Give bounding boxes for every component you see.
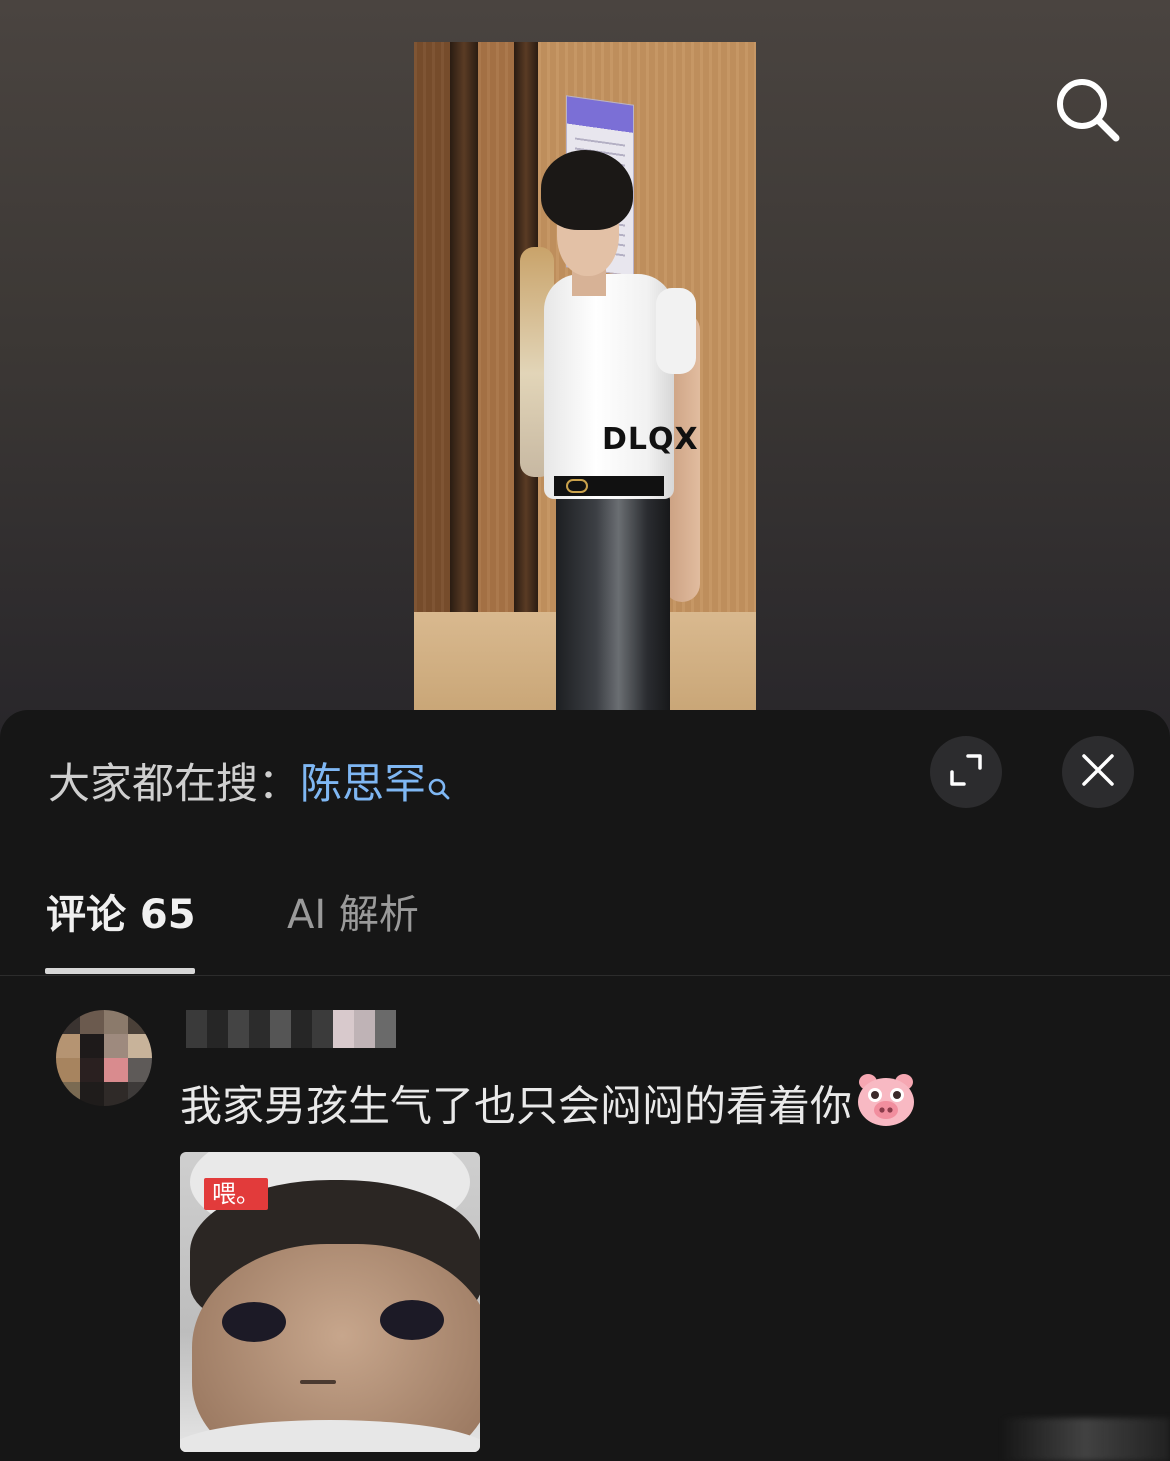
search-icon[interactable] (1052, 74, 1124, 146)
trending-search: 大家都在搜：陈思罕 (48, 758, 450, 816)
username-redacted[interactable] (186, 1010, 396, 1048)
comment-body: 我家男孩生气了也只会闷闷的看着你 (180, 1074, 916, 1140)
trending-label: 大家都在搜： (48, 759, 301, 808)
person-hair (541, 150, 633, 230)
sticker-eye (222, 1302, 286, 1342)
video-watermark: DLQX (602, 422, 699, 457)
blurred-overlay (1000, 1418, 1170, 1461)
sheet-tabs: 评论 65 AI 解析 (0, 860, 1170, 976)
avatar[interactable] (56, 1010, 152, 1106)
pig-face-emoji (856, 1072, 916, 1140)
active-tab-indicator (45, 968, 195, 974)
comment-text: 我家男孩生气了也只会闷闷的看着你 (180, 1081, 853, 1131)
person-sleeve (656, 288, 696, 374)
sticker-tag: 喂。 (204, 1178, 268, 1210)
person-jeans (556, 494, 670, 712)
sticker-mouth (300, 1380, 336, 1384)
belt-buckle (566, 479, 588, 493)
tab-comments[interactable]: 评论 65 (46, 890, 196, 940)
tab-ai-analysis[interactable]: AI 解析 (287, 890, 419, 940)
expand-icon (948, 752, 984, 792)
person-shirt (544, 274, 674, 499)
search-icon[interactable] (428, 764, 450, 816)
comment-sheet: 大家都在搜：陈思罕 评论 65 AI 解析 我家男孩生气了也只会闷闷的看着你 喂… (0, 710, 1170, 1461)
sticker-eye (380, 1300, 444, 1340)
video-player[interactable]: DLQX (0, 0, 1170, 740)
close-icon (1080, 752, 1116, 792)
app-root: DLQX 大家都在搜：陈思罕 评论 65 AI 解析 我家男孩生气了也只会闷闷的… (0, 0, 1170, 1461)
close-button[interactable] (1062, 736, 1134, 808)
comment-sticker-image[interactable]: 喂。 (180, 1152, 480, 1452)
trending-search-term[interactable]: 陈思罕 (300, 759, 426, 808)
video-frame[interactable]: DLQX (414, 42, 756, 712)
expand-button[interactable] (930, 736, 1002, 808)
